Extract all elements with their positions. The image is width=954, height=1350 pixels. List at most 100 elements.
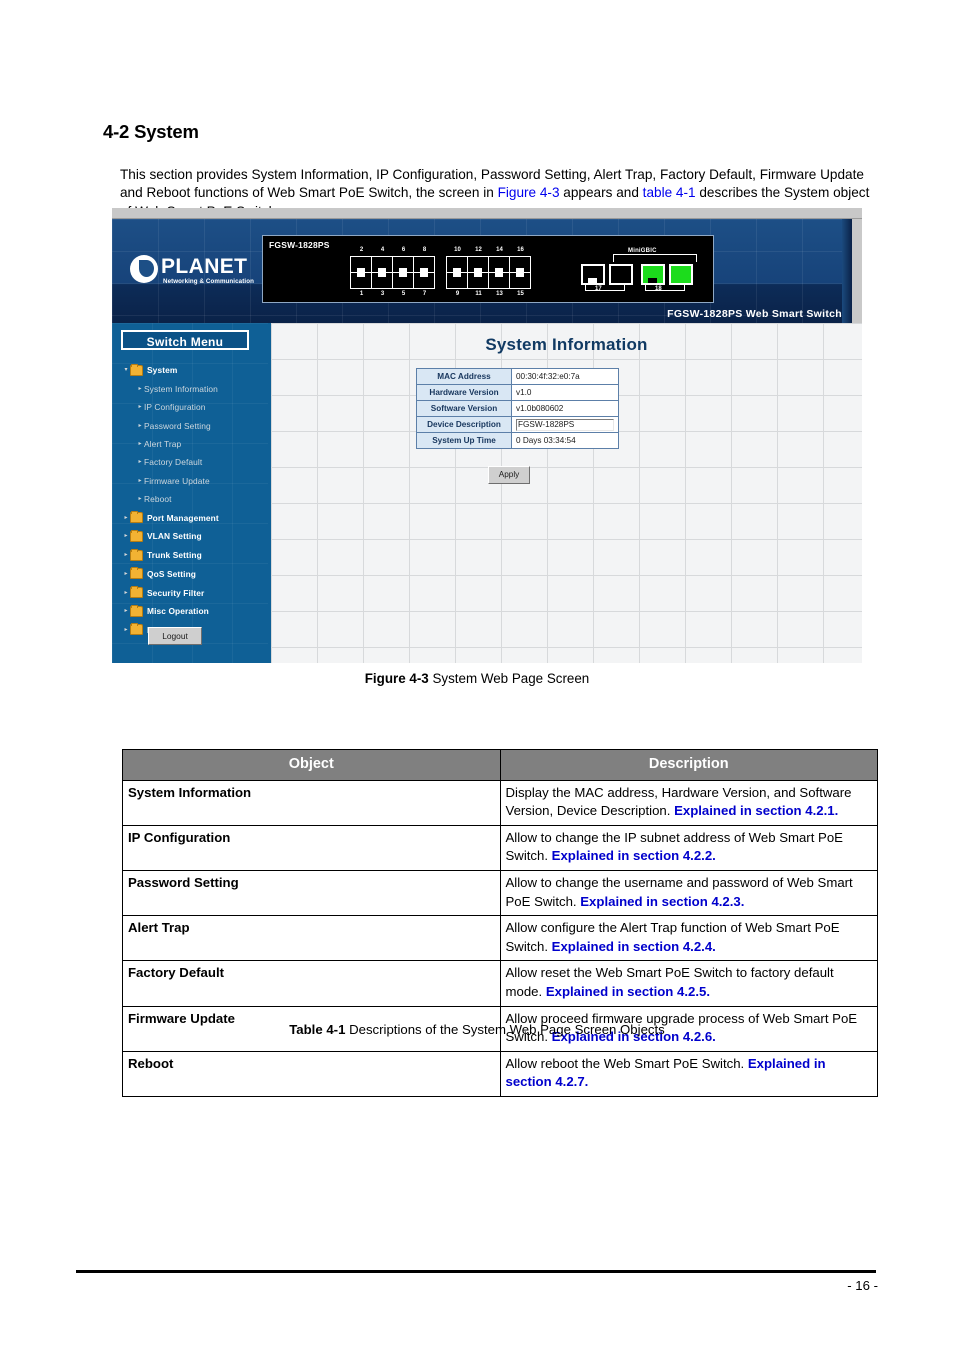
port-numbers-bottom-block2: 9 11 13 15: [447, 291, 531, 297]
system-info-key: Software Version: [416, 400, 512, 417]
folder-icon: [130, 604, 143, 617]
rj45-port-icon: [489, 273, 509, 288]
sidebar-item-label: IP Configuration: [144, 402, 206, 413]
table-row: Alert Trap Allow configure the Alert Trap…: [122, 915, 878, 962]
chevron-right-icon[interactable]: ▸: [122, 608, 130, 614]
port-number: 12: [475, 247, 482, 253]
chevron-right-icon[interactable]: ▸: [136, 423, 144, 429]
port-number: 3: [380, 291, 385, 297]
sidebar-item-alert-trap[interactable]: ▸ Alert Trap: [122, 435, 268, 453]
rj45-port-icon: [489, 257, 509, 272]
table-row: System Information Display the MAC addres…: [122, 779, 878, 826]
chevron-right-icon[interactable]: ▸: [122, 533, 130, 539]
section-reference-link[interactable]: Explained in section 4.2.3.: [580, 894, 744, 909]
table-cell-object: System Information: [122, 779, 501, 826]
folder-icon: [130, 623, 143, 636]
table-cell-description: Allow to change the username and passwor…: [499, 869, 878, 917]
sidebar-item-vlan-setting[interactable]: ▸ VLAN Setting: [122, 527, 268, 546]
sidebar-item-label: Port Management: [147, 512, 219, 523]
chevron-right-icon[interactable]: ▸: [122, 552, 130, 558]
faceplate-model-label: FGSW-1828PS: [269, 240, 330, 250]
sidebar-item-factory-default[interactable]: ▸ Factory Default: [122, 453, 268, 471]
sidebar-item-system-information[interactable]: ▸ System Information: [122, 380, 268, 398]
chevron-right-icon[interactable]: ▸: [136, 404, 144, 410]
web-ui-screenshot: Switch Menu ▾ System ▸ System Information ▸ I…: [112, 323, 862, 663]
chevron-right-icon[interactable]: ▸: [136, 496, 144, 502]
sidebar-item-security-filter[interactable]: ▸ Security Filter: [122, 583, 268, 602]
cross-reference-link[interactable]: Figure 4-3: [498, 185, 560, 200]
port-numbers-top-block2: 10 12 14 16: [447, 247, 531, 253]
rj45-port-icon: [393, 273, 413, 288]
table-row: Password Setting Allow to change the user…: [122, 869, 878, 917]
chevron-right-icon[interactable]: ▸: [122, 571, 130, 577]
chevron-down-icon[interactable]: ▾: [122, 367, 130, 373]
sidebar-item-qos-setting[interactable]: ▸ QoS Setting: [122, 564, 268, 583]
apply-button[interactable]: Apply: [488, 466, 530, 484]
rj45-port-icon: [414, 257, 434, 272]
cross-reference-link[interactable]: table 4-1: [643, 185, 696, 200]
chevron-right-icon[interactable]: ▸: [122, 515, 130, 521]
chevron-right-icon[interactable]: ▸: [136, 386, 144, 392]
rj45-port-block-2: [446, 256, 531, 289]
port-number: 6: [401, 247, 406, 253]
chevron-right-icon[interactable]: ▸: [136, 459, 144, 465]
rj45-port-icon: [510, 257, 530, 272]
device-description-input[interactable]: [516, 418, 614, 431]
sidebar-item-label: VLAN Setting: [147, 531, 202, 542]
port-number: 8: [422, 247, 427, 253]
descriptions-table-head: Object Description: [122, 749, 878, 781]
sidebar-item-firmware-update[interactable]: ▸ Firmware Update: [122, 472, 268, 490]
chevron-right-icon[interactable]: ▸: [136, 478, 144, 484]
sidebar-item-reboot[interactable]: ▸ Reboot: [122, 490, 268, 508]
chevron-right-icon[interactable]: ▸: [122, 590, 130, 596]
section-reference-link[interactable]: Explained in section 4.2.5.: [546, 984, 710, 999]
rj45-port-icon: [372, 257, 392, 272]
section-title: 4-2 System: [103, 121, 199, 143]
sidebar-item-trunk-setting[interactable]: ▸ Trunk Setting: [122, 546, 268, 565]
sidebar-item-ip-configuration[interactable]: ▸ IP Configuration: [122, 398, 268, 416]
port-17-bracket: [585, 285, 625, 291]
sidebar-item-misc-operation[interactable]: ▸ Misc Operation: [122, 602, 268, 621]
rj45-port-icon: [393, 257, 413, 272]
ui-sidebar: Switch Menu ▾ System ▸ System Information ▸ I…: [112, 323, 268, 663]
uplink-port-18-icon: [641, 264, 665, 285]
sidebar-item-password-setting[interactable]: ▸ Password Setting: [122, 416, 268, 434]
port-column: [414, 257, 434, 288]
port-column: [468, 257, 488, 288]
port-number: 15: [517, 291, 524, 297]
chevron-right-icon[interactable]: ▸: [136, 441, 144, 447]
system-info-key: Hardware Version: [416, 384, 512, 401]
sidebar-item-label: Factory Default: [144, 457, 203, 468]
system-info-value: v1.0b080602: [511, 400, 619, 417]
rj45-port-icon: [414, 273, 434, 288]
chevron-right-icon[interactable]: ▸: [122, 627, 130, 633]
rj45-port-icon: [468, 273, 488, 288]
system-info-row: Device Description: [416, 416, 619, 433]
table-cell-description: Allow reboot the Web Smart PoE Switch. E…: [499, 1050, 878, 1097]
table-cell-object: Alert Trap: [122, 915, 501, 962]
sidebar-item-system[interactable]: ▾ System: [122, 361, 268, 380]
figure-top-strip: [112, 208, 862, 219]
sidebar-item-port-management[interactable]: ▸ Port Management: [122, 508, 268, 527]
logout-button[interactable]: Logout: [148, 627, 202, 645]
section-reference-link[interactable]: Explained in section 4.2.4.: [552, 939, 716, 954]
system-info-row: MAC Address 00:30:4f:32:e0:7a: [416, 368, 619, 385]
table-cell-object: IP Configuration: [122, 824, 501, 871]
folder-icon: [130, 548, 143, 561]
port-18-number: 18: [655, 286, 662, 292]
planet-logo-wordmark: PLANET: [161, 255, 248, 278]
port-column: [393, 257, 413, 288]
port-column: [372, 257, 392, 288]
rj45-port-block-1: [350, 256, 435, 289]
section-reference-link[interactable]: Explained in section 4.2.2.: [552, 848, 716, 863]
switch-menu-header: Switch Menu: [121, 330, 249, 350]
table-caption-text: Descriptions of the System Web Page Scre…: [345, 1022, 665, 1037]
system-info-value[interactable]: [511, 416, 619, 433]
table-cell-object: Reboot: [122, 1050, 501, 1097]
section-reference-link[interactable]: Explained in section 4.2.1.: [674, 803, 838, 818]
document-page: 4-2 System This section provides System …: [0, 0, 954, 1350]
port-number: 7: [422, 291, 427, 297]
system-information-table: MAC Address 00:30:4f:32:e0:7a Hardware Ver…: [416, 368, 619, 449]
port-17-number: 17: [595, 286, 602, 292]
port-18-bracket: [645, 285, 685, 291]
